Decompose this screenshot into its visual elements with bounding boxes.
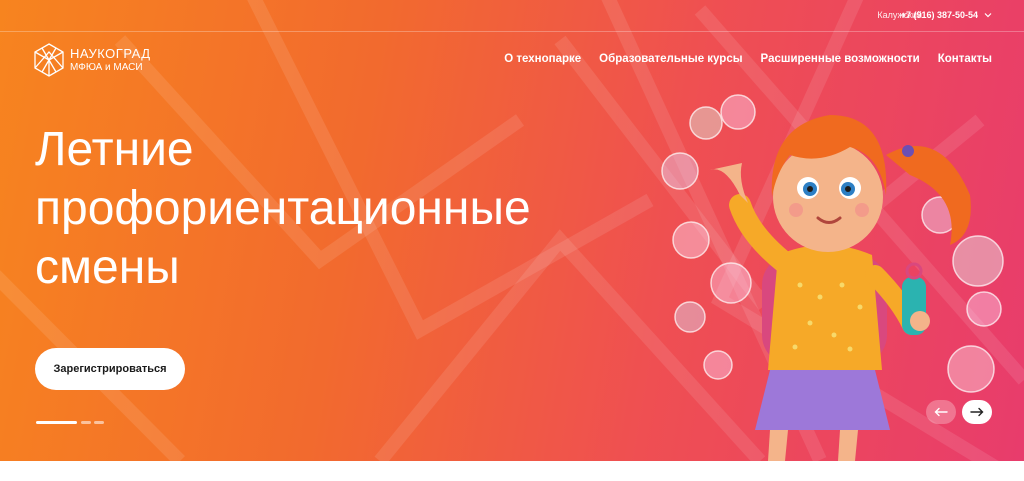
page-content-below [0, 461, 1024, 481]
headline-line: профориентационные [35, 182, 531, 235]
slider-dot[interactable] [36, 421, 77, 424]
slider-prev-button[interactable] [926, 400, 956, 424]
register-button[interactable]: Зарегистрироваться [35, 348, 185, 390]
arrow-right-icon [970, 407, 984, 417]
hero-headline: Летние профориентационные смены [35, 120, 655, 297]
slider-dot[interactable] [81, 421, 91, 424]
phone-link[interactable]: +7 (916) 387-50-54 [901, 10, 978, 20]
nav-item-about[interactable]: О технопарке [504, 53, 581, 65]
logo-title: НАУКОГРАД [70, 46, 151, 61]
logo-subtitle: МФЮА и МАСИ [70, 62, 143, 73]
hexagon-logo-icon [34, 43, 64, 77]
headline-line: Летние [35, 123, 194, 176]
chevron-down-icon[interactable] [982, 9, 994, 21]
top-info-bar: Калужский +7 (916) 387-50-54 [0, 0, 1024, 32]
slider-dot[interactable] [94, 421, 104, 424]
headline-line: смены [35, 241, 180, 294]
main-navigation: О технопарке Образовательные курсы Расши… [504, 53, 992, 65]
nav-item-features[interactable]: Расширенные возможности [761, 53, 920, 65]
nav-item-courses[interactable]: Образовательные курсы [599, 53, 742, 65]
nav-item-contacts[interactable]: Контакты [938, 53, 992, 65]
site-logo[interactable]: НАУКОГРАД МФЮА и МАСИ [34, 43, 164, 79]
hero-banner: Калужский +7 (916) 387-50-54 НАУКОГРАД М… [0, 0, 1024, 461]
slider-next-button[interactable] [962, 400, 992, 424]
arrow-left-icon [934, 407, 948, 417]
